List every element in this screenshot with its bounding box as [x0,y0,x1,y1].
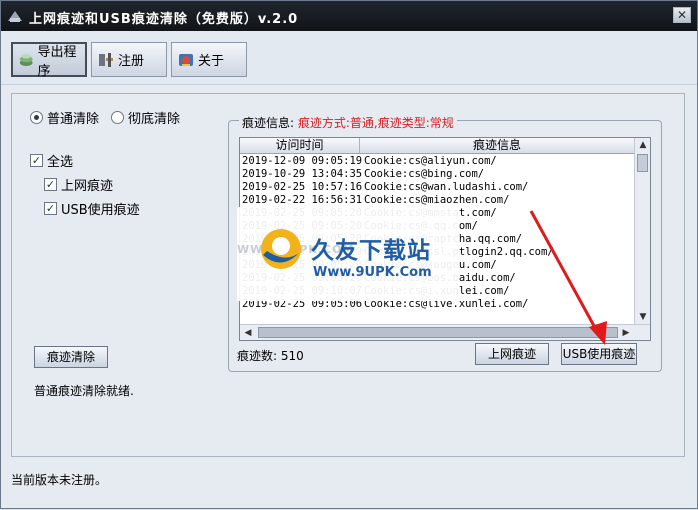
usb-traces-checkbox[interactable]: ✓ USB使用痕迹 [44,199,140,218]
app-window: 上网痕迹和USB痕迹清除（免费版）v.2.0 ✕ 导出程序 注册 关于 普通清除… [0,0,698,509]
radio-selected-indicator [30,111,43,124]
ready-status-text: 普通痕迹清除就绪. [34,384,134,398]
check-mark-icon: ✓ [44,202,57,215]
trace-info-legend: 痕迹信息: 痕迹方式:普通,痕迹类型:常规 [239,114,457,131]
scroll-right-arrow-icon[interactable]: ▶ [618,325,634,340]
horizontal-scroll-thumb[interactable] [258,327,618,338]
clear-mode-group: 普通清除 彻底清除 [30,108,180,127]
radio-indicator [111,111,125,124]
column-header-time[interactable]: 访问时间 [240,138,360,153]
watermark-overlay: WWW.9UPK.COM 久友下载站 Www.9UPK.Com [237,207,459,301]
export-program-label: 导出程序 [37,44,77,79]
trace-info-cell: Cookie:cs@wan.ludashi.com/ [364,181,529,193]
mode-normal-label: 普通清除 [47,112,100,127]
mode-normal-radio[interactable]: 普通清除 [30,108,99,127]
trace-count: 痕迹数: 510 [237,349,304,363]
trace-info-cell: Cookie:cs@miaozhen.com/ [364,194,510,206]
legend-detail: 痕迹方式:普通,痕迹类型:常规 [297,116,454,130]
check-mark-icon: ✓ [30,154,43,167]
export-icon [19,53,33,66]
trace-time-cell: 2019-12-09 09:05:19 [242,155,363,167]
title-bar: 上网痕迹和USB痕迹清除（免费版）v.2.0 ✕ [1,1,697,31]
watermark-title: 久友下载站 [311,238,431,264]
internet-traces-label: 上网痕迹 [61,179,114,194]
trace-info-cell: Cookie:cs@bing.com/ [364,168,485,180]
about-button[interactable]: 关于 [171,42,247,77]
close-button[interactable]: ✕ [673,7,691,23]
usb-traces-label: USB使用痕迹 [61,203,140,218]
scroll-left-arrow-icon[interactable]: ◀ [240,325,256,340]
window-title: 上网痕迹和USB痕迹清除（免费版）v.2.0 [29,12,299,27]
registration-status-text: 当前版本未注册。 [11,473,108,487]
app-logo-icon [8,11,22,22]
tools-icon [99,52,113,67]
trace-row[interactable]: 2019-02-22 16:56:31 Cookie:cs@miaozhen.co… [240,194,635,207]
watermark-url: Www.9UPK.Com [313,265,432,280]
trace-row[interactable]: 2019-02-25 10:57:16 Cookie:cs@wan.ludashi… [240,181,635,194]
trace-info-cell: Cookie:cs@aliyun.com/ [364,155,497,167]
usb-traces-button[interactable]: USB使用痕迹 [561,343,637,365]
column-header-info[interactable]: 痕迹信息 [360,138,635,153]
select-all-label: 全选 [47,155,74,170]
mode-thorough-radio[interactable]: 彻底清除 [111,108,180,127]
register-button[interactable]: 注册 [91,42,167,77]
trace-time-cell: 2019-02-25 10:57:16 [242,181,363,193]
trace-time-cell: 2019-02-22 16:56:31 [242,194,363,206]
horizontal-scrollbar[interactable]: ◀ ▶ [240,324,650,340]
status-bar: 当前版本未注册。 [1,463,697,508]
scroll-up-arrow-icon[interactable]: ▲ [635,138,650,152]
internet-traces-checkbox[interactable]: ✓ 上网痕迹 [44,175,113,194]
internet-traces-button[interactable]: 上网痕迹 [475,343,549,365]
trace-time-cell: 2019-10-29 13:04:35 [242,168,363,180]
about-icon [179,53,193,66]
legend-prefix: 痕迹信息: [242,116,298,130]
toolbar: 导出程序 注册 关于 [1,31,697,85]
about-label: 关于 [198,54,225,69]
trace-row[interactable]: 2019-10-29 13:04:35 Cookie:cs@bing.com/ [240,168,635,181]
trace-list-header: 访问时间 痕迹信息 [240,138,635,154]
export-program-button[interactable]: 导出程序 [11,42,87,79]
trace-row[interactable]: 2019-12-09 09:05:19 Cookie:cs@aliyun.com/ [240,155,635,168]
clear-traces-button[interactable]: 痕迹清除 [34,346,108,368]
register-label: 注册 [118,54,145,69]
check-mark-icon: ✓ [44,178,57,191]
scroll-down-arrow-icon[interactable]: ▼ [635,310,650,324]
vertical-scrollbar[interactable]: ▲ ▼ [634,138,650,324]
mode-thorough-label: 彻底清除 [128,112,181,127]
vertical-scroll-thumb[interactable] [637,154,648,172]
select-all-checkbox[interactable]: ✓ 全选 [30,151,73,170]
watermark-logo-icon [261,229,301,269]
